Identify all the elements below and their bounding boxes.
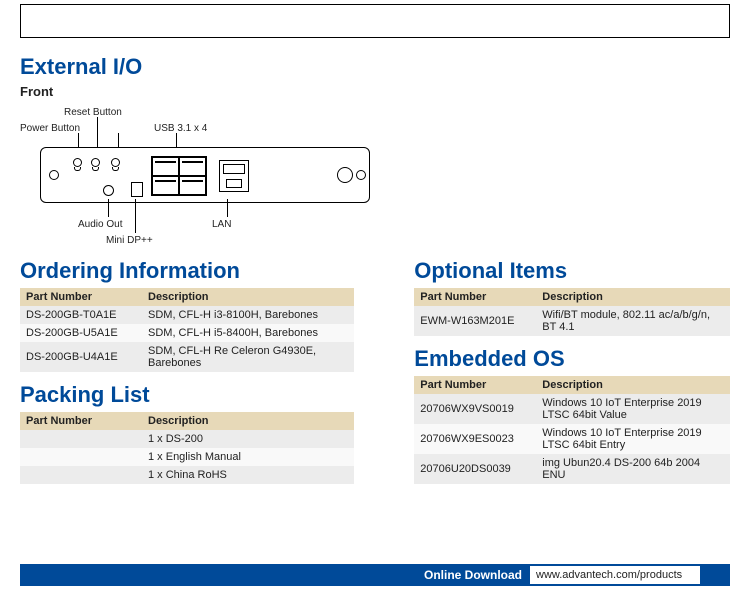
heading-external-io: External I/O xyxy=(20,54,730,80)
th-part-number: Part Number xyxy=(414,288,536,306)
embedded-table: Part Number Description 20706WX9VS0019Wi… xyxy=(414,376,730,484)
table-row: 20706U20DS0039img Ubun20.4 DS-200 64b 20… xyxy=(414,454,730,484)
footer-end-block xyxy=(700,564,730,586)
table-row: 1 x English Manual xyxy=(20,448,354,466)
label-mini-dp: Mini DP++ xyxy=(106,235,153,246)
label-usb: USB 3.1 x 4 xyxy=(154,123,207,134)
table-row: 20706WX9ES0023Windows 10 IoT Enterprise … xyxy=(414,424,730,454)
subheading-front: Front xyxy=(20,84,730,99)
top-empty-box xyxy=(20,4,730,38)
table-row: 1 x China RoHS xyxy=(20,466,354,484)
th-description: Description xyxy=(142,288,354,306)
th-part-number: Part Number xyxy=(414,376,536,394)
heading-ordering: Ordering Information xyxy=(20,258,354,284)
table-row: DS-200GB-U4A1ESDM, CFL-H Re Celeron G493… xyxy=(20,342,354,372)
table-row: EWM-W163M201EWifi/BT module, 802.11 ac/a… xyxy=(414,306,730,336)
table-row: DS-200GB-T0A1ESDM, CFL-H i3-8100H, Bareb… xyxy=(20,306,354,324)
label-reset-button: Reset Button xyxy=(64,107,122,118)
label-lan: LAN xyxy=(212,219,231,230)
th-description: Description xyxy=(142,412,354,430)
chassis-outline xyxy=(40,147,370,203)
heading-packing: Packing List xyxy=(20,382,354,408)
th-part-number: Part Number xyxy=(20,412,142,430)
footer-bar: Online Download www.advantech.com/produc… xyxy=(20,564,730,586)
front-panel-diagram: Reset Button Power Button USB 3.1 x 4 Au… xyxy=(20,103,380,248)
table-row: DS-200GB-U5A1ESDM, CFL-H i5-8400H, Bareb… xyxy=(20,324,354,342)
table-row: 20706WX9VS0019Windows 10 IoT Enterprise … xyxy=(414,394,730,424)
table-row: 1 x DS-200 xyxy=(20,430,354,448)
th-description: Description xyxy=(536,376,730,394)
heading-embedded: Embedded OS xyxy=(414,346,730,372)
label-audio-out: Audio Out xyxy=(78,219,122,230)
th-description: Description xyxy=(536,288,730,306)
heading-optional: Optional Items xyxy=(414,258,730,284)
footer-url: www.advantech.com/products xyxy=(530,564,700,586)
label-power-button: Power Button xyxy=(20,123,80,134)
footer-label: Online Download xyxy=(20,564,530,586)
optional-table: Part Number Description EWM-W163M201EWif… xyxy=(414,288,730,336)
packing-table: Part Number Description 1 x DS-200 1 x E… xyxy=(20,412,354,484)
th-part-number: Part Number xyxy=(20,288,142,306)
ordering-table: Part Number Description DS-200GB-T0A1ESD… xyxy=(20,288,354,372)
